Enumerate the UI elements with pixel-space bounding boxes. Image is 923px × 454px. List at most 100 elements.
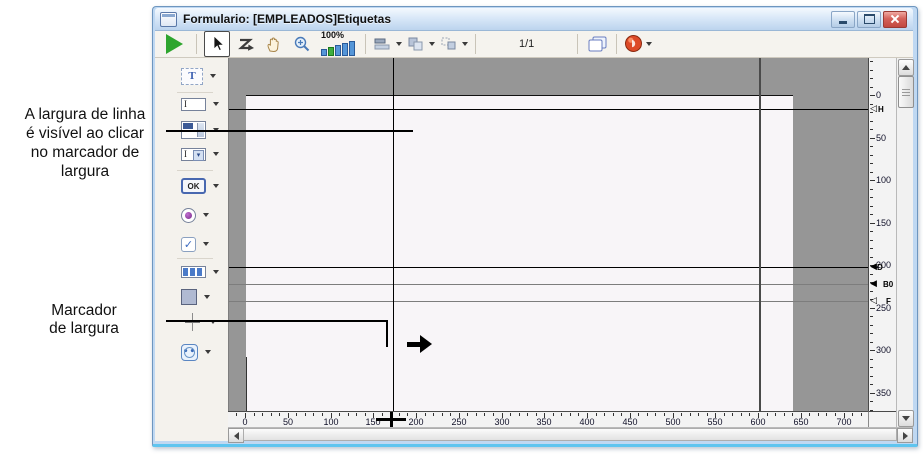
ruler-tick xyxy=(262,413,263,416)
scroll-right-button[interactable] xyxy=(897,428,913,443)
ruler-tick xyxy=(527,413,528,416)
form-width-line[interactable] xyxy=(759,58,761,411)
pages-button[interactable] xyxy=(585,32,609,56)
form-marker-f-icon[interactable]: ◁ xyxy=(870,296,877,306)
form-page xyxy=(246,95,793,411)
zoom-bar xyxy=(349,41,355,56)
ruler-tick xyxy=(621,413,622,416)
ruler-label: 0 xyxy=(242,418,247,427)
dropdown-arrow-icon[interactable] xyxy=(203,213,209,217)
ruler-tick xyxy=(870,393,875,394)
ruler-corner xyxy=(868,411,896,427)
annotation-note-width-marker: Marcadorde largura xyxy=(28,302,140,338)
ruler-tick xyxy=(613,413,614,416)
ruler-tick xyxy=(638,413,639,416)
prev-page-button[interactable] xyxy=(483,32,507,56)
ruler-tick xyxy=(870,129,873,130)
entry-order-button[interactable] xyxy=(234,32,258,56)
ruler-label: 50 xyxy=(876,134,886,143)
combobox-tool[interactable]: I xyxy=(181,143,219,165)
next-page-button[interactable] xyxy=(546,32,570,56)
minimize-button[interactable] xyxy=(831,11,855,28)
form-area-line-d[interactable] xyxy=(229,267,868,268)
maximize-button[interactable] xyxy=(857,11,881,28)
arrow-down-icon xyxy=(902,416,910,421)
splitter-tool[interactable] xyxy=(181,311,216,333)
ruler-tick xyxy=(664,413,665,416)
move-level-icon xyxy=(439,36,459,52)
vertical-scrollbar[interactable] xyxy=(896,58,913,427)
form-area-line-f[interactable] xyxy=(229,301,868,302)
pointer-button[interactable] xyxy=(204,31,230,57)
data-source-button[interactable] xyxy=(624,32,652,56)
checkbox-tool[interactable]: ✓ xyxy=(181,233,209,255)
dropdown-arrow-icon[interactable] xyxy=(205,350,211,354)
horizontal-ruler: 0501001502002503003504004505005506006507… xyxy=(228,411,868,427)
titlebar: Formulario: [EMPLEADOS]Etiquetas xyxy=(155,8,913,31)
text-tool[interactable]: T xyxy=(181,65,216,87)
horizontal-scrollbar[interactable] xyxy=(228,427,913,441)
form-marker-d-icon[interactable]: ◀ xyxy=(870,262,877,272)
ruler-tick xyxy=(870,359,873,360)
input-tool[interactable]: I xyxy=(181,93,219,115)
dropdown-arrow-icon[interactable] xyxy=(462,42,468,46)
ruler-tick xyxy=(870,189,873,190)
form-marker-h-icon[interactable]: ◁ xyxy=(870,104,877,114)
dropdown-arrow-icon[interactable] xyxy=(203,242,209,246)
toolbar-separator xyxy=(616,34,617,54)
radio-tool[interactable] xyxy=(181,204,209,226)
dropdown-arrow-icon[interactable] xyxy=(213,102,219,106)
plugin-tool[interactable]: •• xyxy=(181,341,211,363)
ruler-tick xyxy=(861,413,862,416)
move-level-button[interactable] xyxy=(439,32,468,56)
dropdown-arrow-icon[interactable] xyxy=(396,42,402,46)
width-marker-cross-icon[interactable] xyxy=(376,412,408,427)
ruler-tick xyxy=(425,413,426,416)
zoom-tool-button[interactable] xyxy=(290,32,314,56)
distribute-button[interactable] xyxy=(406,32,435,56)
note-line: é visível ao clicar xyxy=(4,124,166,143)
rectangle-tool[interactable] xyxy=(181,286,210,308)
scroll-down-button[interactable] xyxy=(898,410,914,427)
ruler-tick xyxy=(322,413,323,416)
ruler-label: 700 xyxy=(836,418,851,427)
ruler-tick xyxy=(732,413,733,416)
ruler-tick xyxy=(870,95,875,96)
dropdown-arrow-icon[interactable] xyxy=(429,42,435,46)
close-button[interactable] xyxy=(883,11,907,28)
ruler-tick xyxy=(870,401,873,402)
form-marker-b0-icon[interactable]: ◀ xyxy=(870,279,877,289)
ruler-tick xyxy=(870,248,873,249)
run-button[interactable] xyxy=(165,32,189,56)
ruler-tick xyxy=(561,413,562,416)
ruler-tick xyxy=(870,223,875,224)
ruler-tick xyxy=(578,413,579,416)
text-tool-icon: T xyxy=(181,68,203,85)
horizontal-scroll-thumb[interactable] xyxy=(243,428,897,441)
dropdown-arrow-icon[interactable] xyxy=(213,270,219,274)
page-left-edge xyxy=(246,357,247,411)
button-tool[interactable]: OK xyxy=(181,175,219,197)
toolbar-separator xyxy=(196,34,197,54)
dropdown-arrow-icon[interactable] xyxy=(213,184,219,188)
vertical-scroll-thumb[interactable] xyxy=(898,76,914,108)
form-canvas[interactable] xyxy=(228,58,868,411)
scroll-left-button[interactable] xyxy=(228,428,244,443)
progress-tool[interactable] xyxy=(181,261,219,283)
scroll-up-button[interactable] xyxy=(898,59,914,76)
dropdown-arrow-icon[interactable] xyxy=(204,295,210,299)
zoom-level-button[interactable]: 100% xyxy=(318,32,358,56)
ruler-label: 200 xyxy=(408,418,423,427)
zoom-level-label: 100% xyxy=(321,31,344,40)
form-area-line-h[interactable] xyxy=(229,109,868,110)
hand-button[interactable] xyxy=(262,32,286,56)
dropdown-arrow-icon[interactable] xyxy=(213,152,219,156)
note-line: A largura de linha xyxy=(4,105,166,124)
width-marker-line[interactable] xyxy=(393,58,394,411)
ruler-tick xyxy=(450,413,451,416)
form-area-line-b0[interactable] xyxy=(229,284,868,285)
dropdown-arrow-icon[interactable] xyxy=(210,74,216,78)
dropdown-arrow-icon[interactable] xyxy=(646,42,652,46)
ruler-tick xyxy=(433,413,434,416)
align-button[interactable] xyxy=(373,32,402,56)
